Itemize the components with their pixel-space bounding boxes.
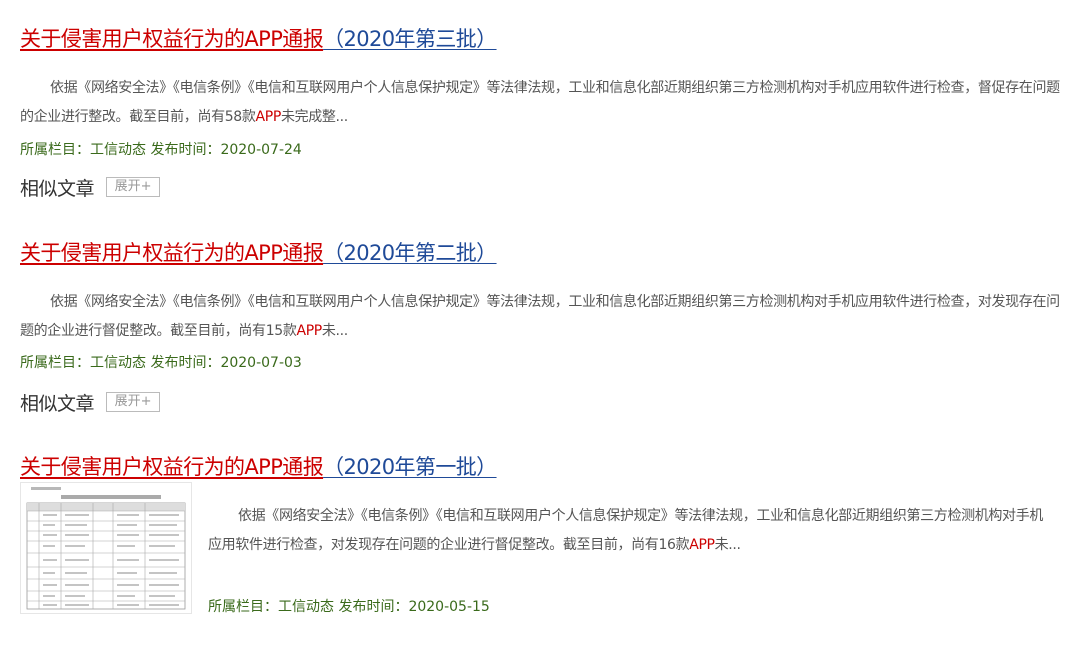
summary-keyword: APP [296,322,322,339]
summary-keyword: APP [255,108,282,125]
search-result: 关于侵害用户权益行为的APP通报（2020年第三批） 依据《网络安全法》《电信条… [20,24,1060,204]
summary-text: 依据《网络安全法》《电信条例》《电信和互联网用户个人信息保护规定》等法律法规，工… [20,294,1060,339]
title-keyword: 关于侵害用户权益行为的APP通报 [20,27,324,51]
summary-text: 依据《网络安全法》《电信条例》《电信和互联网用户个人信息保护规定》等法律法规，工… [20,80,1060,125]
title-rest: （2020年第三批） [323,27,497,51]
result-summary: 依据《网络安全法》《电信条例》《电信和互联网用户个人信息保护规定》等法律法规，工… [20,74,1060,131]
title-keyword: 关于侵害用户权益行为的APP通报 [20,241,324,265]
result-title-link[interactable]: 关于侵害用户权益行为的APP通报（2020年第三批） [20,24,497,54]
expand-button[interactable]: 展开+ [106,392,161,412]
title-rest: （2020年第二批） [323,241,497,265]
result-summary: 依据《网络安全法》《电信条例》《电信和互联网用户个人信息保护规定》等法律法规，工… [208,502,1052,559]
similar-articles: 相似文章 展开+ [20,390,161,415]
similar-articles: 相似文章 展开+ [20,175,161,200]
result-title-link[interactable]: 关于侵害用户权益行为的APP通报（2020年第二批） [20,238,497,268]
title-rest: （2020年第一批） [323,455,497,479]
result-meta: 所属栏目：工信动态 发布时间：2020-07-24 [20,142,302,158]
result-meta: 所属栏目：工信动态 发布时间：2020-07-03 [20,355,302,371]
document-table-image [26,487,186,610]
result-meta: 所属栏目：工信动态 发布时间：2020-05-15 [208,599,490,615]
summary-text: 依据《网络安全法》《电信条例》《电信和互联网用户个人信息保护规定》等法律法规，工… [208,508,1043,553]
summary-text-end: 未... [714,536,741,553]
title-keyword: 关于侵害用户权益行为的APP通报 [20,455,324,479]
search-result: 关于侵害用户权益行为的APP通报（2020年第一批） 依据《网络安全法》《电信条… [20,452,1060,642]
search-result: 关于侵害用户权益行为的APP通报（2020年第二批） 依据《网络安全法》《电信条… [20,238,1060,418]
similar-articles-label: 相似文章 [20,177,95,200]
result-summary: 依据《网络安全法》《电信条例》《电信和互联网用户个人信息保护规定》等法律法规，工… [20,288,1060,345]
summary-text-end: 未... [321,322,348,339]
summary-text-end: 未完成整... [280,108,348,125]
expand-button[interactable]: 展开+ [106,177,161,197]
result-title-link[interactable]: 关于侵害用户权益行为的APP通报（2020年第一批） [20,452,497,482]
similar-articles-label: 相似文章 [20,392,95,415]
result-thumbnail[interactable] [20,482,192,614]
summary-keyword: APP [689,536,715,553]
